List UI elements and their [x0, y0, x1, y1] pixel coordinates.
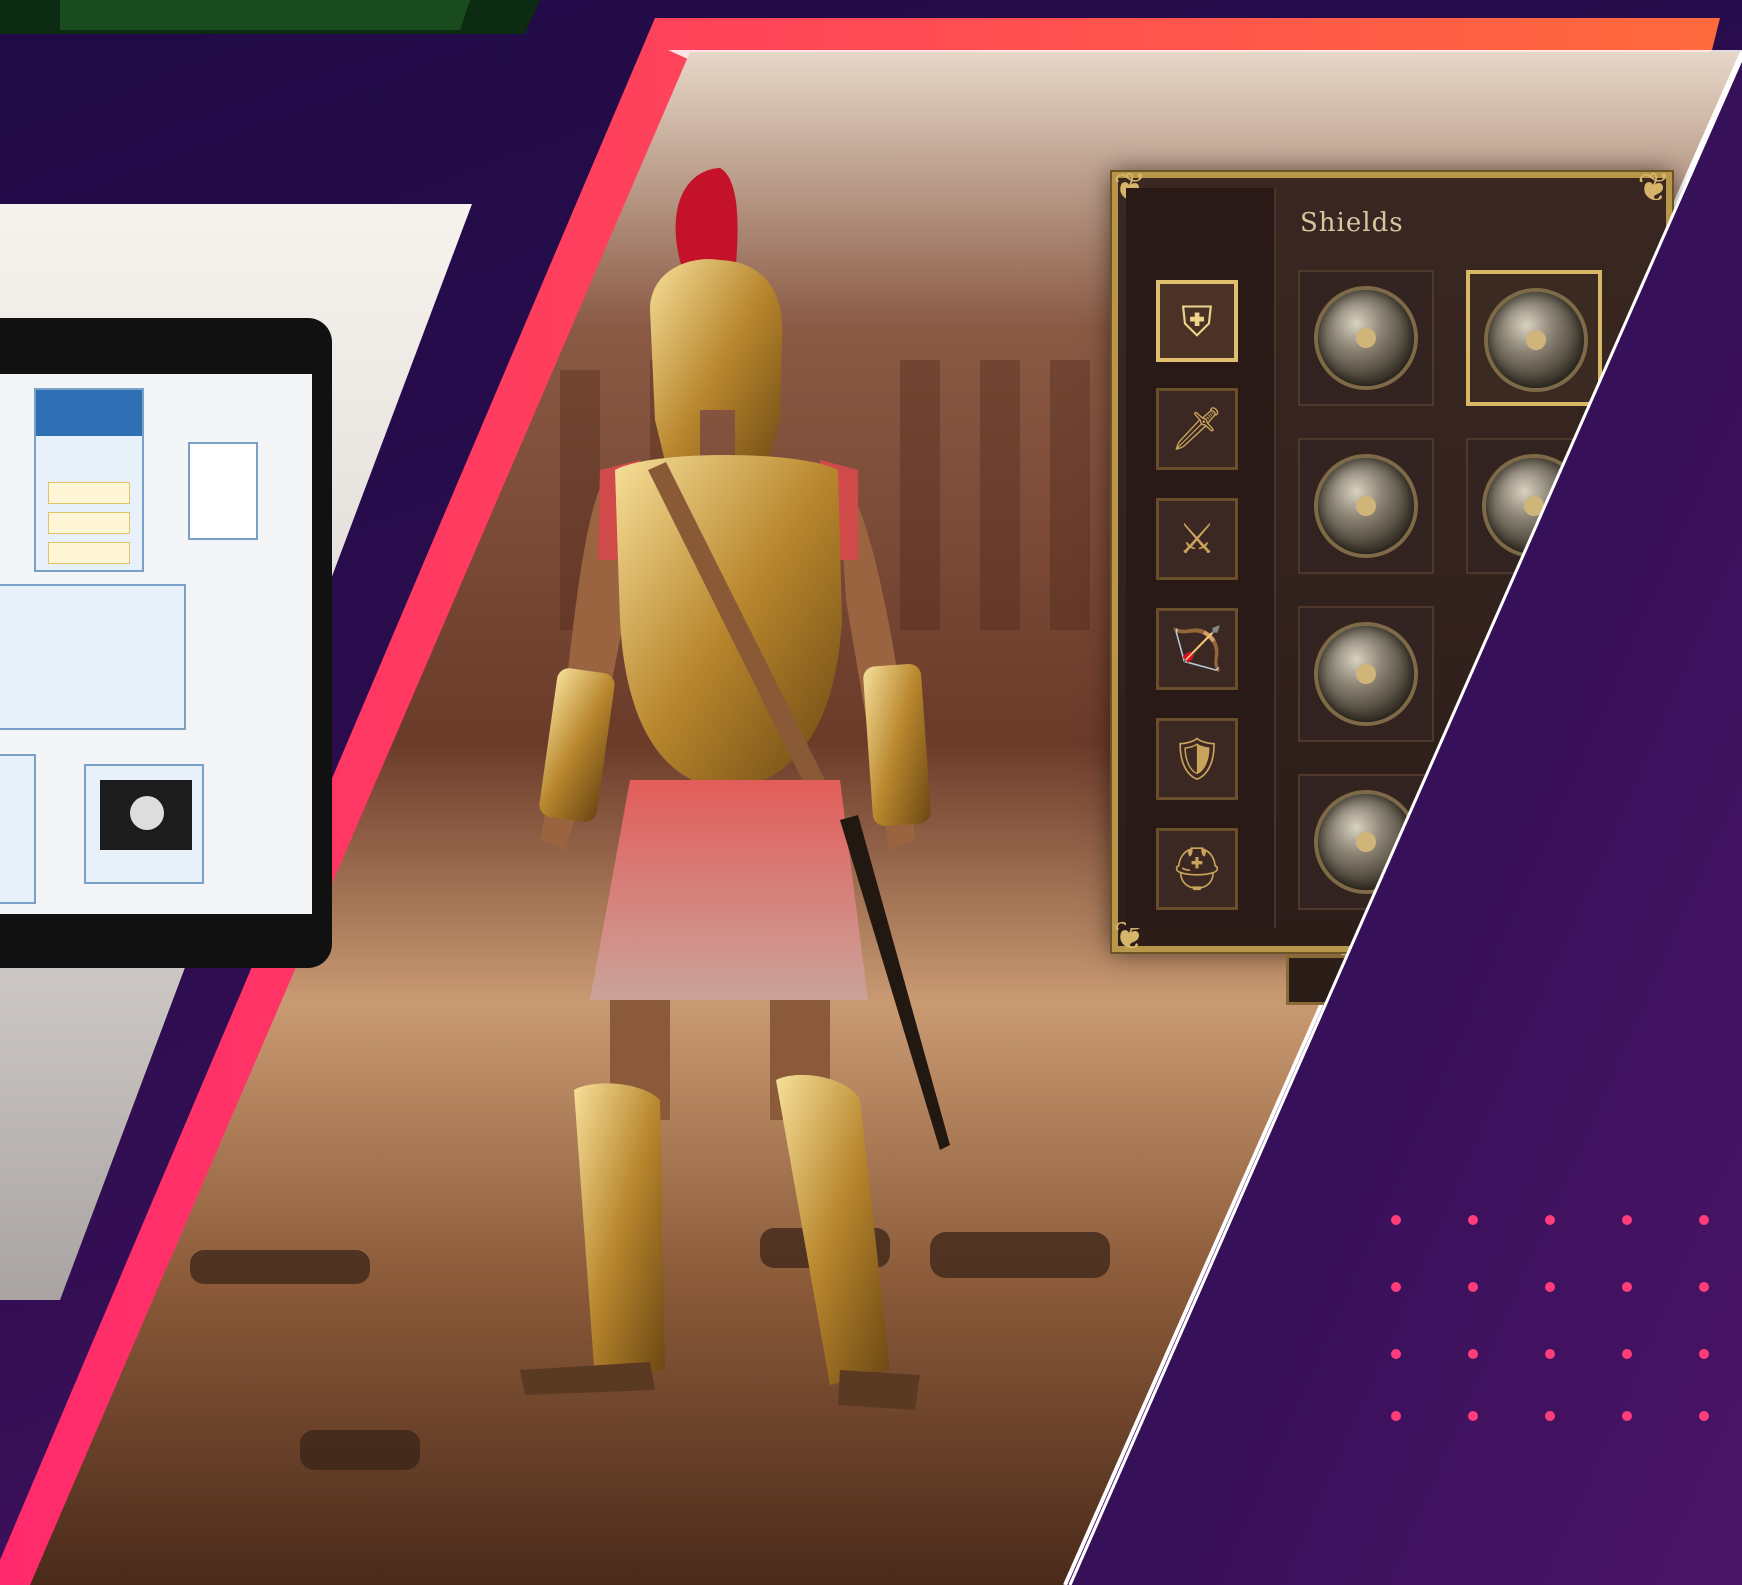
purple-overlay [1068, 57, 1742, 1585]
game-showcase-banner: ❦ ❦ ❦ ⛨ 🗡 ⚔ 🏹 🛡 ⛑ Shields [0, 0, 1742, 1585]
